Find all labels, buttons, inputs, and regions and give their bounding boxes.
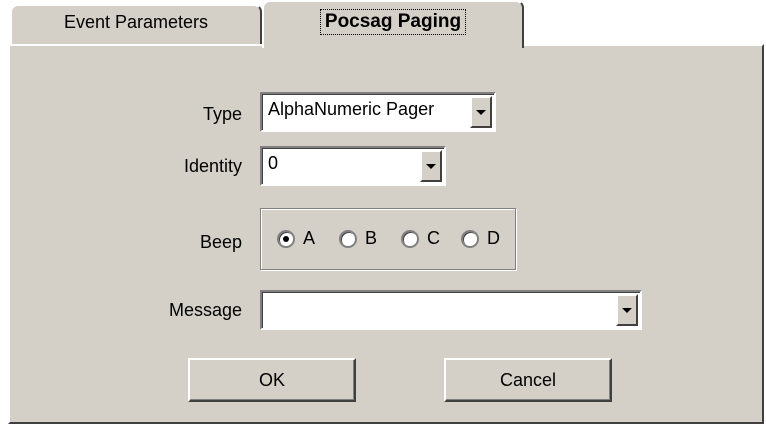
beep-option-b-label: B [365, 228, 378, 248]
radio-button-icon[interactable] [277, 229, 295, 248]
message-combobox[interactable] [260, 290, 642, 330]
radio-button-icon[interactable] [339, 229, 357, 248]
beep-option-c[interactable]: C [401, 228, 440, 249]
beep-option-a[interactable]: A [277, 228, 315, 249]
type-value: AlphaNumeric Pager [268, 99, 435, 119]
radio-button-icon[interactable] [401, 229, 419, 248]
type-dropdown-button[interactable] [470, 96, 492, 128]
type-combobox[interactable]: AlphaNumeric Pager [260, 92, 496, 132]
identity-dropdown-button[interactable] [420, 150, 442, 182]
radio-button-icon[interactable] [461, 229, 479, 248]
beep-option-d-label: D [487, 228, 500, 248]
dialog: Event Parameters Pocsag Paging Type Alph… [0, 0, 766, 426]
beep-label: Beep [199, 232, 242, 252]
chevron-down-icon [426, 163, 436, 169]
beep-option-d[interactable]: D [461, 228, 500, 249]
beep-option-a-label: A [303, 228, 316, 248]
chevron-down-icon [476, 109, 486, 115]
ok-button[interactable]: OK [188, 358, 356, 402]
identity-combobox[interactable]: 0 [260, 146, 446, 186]
message-dropdown-button[interactable] [616, 294, 638, 326]
tab-pocsag-paging[interactable]: Pocsag Paging [262, 0, 524, 48]
chevron-down-icon [622, 307, 632, 313]
cancel-button[interactable]: Cancel [444, 358, 612, 402]
message-label: Message [168, 300, 242, 320]
tab-event-parameters[interactable]: Event Parameters [10, 4, 262, 44]
identity-value: 0 [268, 153, 279, 173]
beep-option-c-label: C [427, 228, 440, 248]
tab-page-pocsag: Type AlphaNumeric Pager Identity 0 Beep … [8, 44, 764, 424]
type-label: Type [202, 104, 242, 124]
beep-option-b[interactable]: B [339, 228, 377, 249]
tab-event-parameters-label: Event Parameters [63, 11, 209, 32]
identity-label: Identity [183, 156, 242, 176]
beep-radio-group: A B C D [260, 208, 516, 270]
tab-pocsag-paging-label: Pocsag Paging [319, 9, 467, 35]
